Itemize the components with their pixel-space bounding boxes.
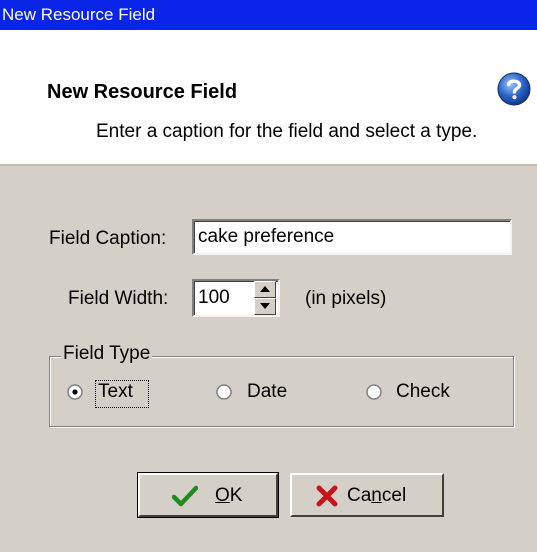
radio-date[interactable] [216, 384, 232, 400]
radio-text-label[interactable]: Text [98, 381, 133, 403]
field-caption-label: Field Caption: [49, 228, 167, 249]
arrow-down-icon [260, 303, 270, 309]
radio-check-label[interactable]: Check [396, 381, 450, 403]
radio-check[interactable] [366, 384, 382, 400]
field-width-unit: (in pixels) [305, 288, 387, 309]
window-title: New Resource Field [2, 5, 156, 24]
radio-text[interactable] [67, 384, 83, 400]
cancel-label: Cancel [347, 485, 407, 506]
dialog-window: New Resource Field New Resource Field En… [0, 0, 537, 552]
header-subtitle: Enter a caption for the field and select… [96, 121, 478, 142]
field-width-spinner [254, 281, 276, 315]
spin-down-button[interactable] [254, 298, 276, 315]
field-caption-input[interactable] [192, 219, 512, 255]
dialog-header: New Resource Field Enter a caption for t… [0, 30, 537, 166]
ok-label: OK [215, 485, 243, 506]
header-title: New Resource Field [47, 81, 238, 103]
cancel-x-icon [316, 485, 338, 507]
field-type-legend: Field Type [61, 343, 153, 365]
help-question-icon[interactable] [496, 71, 532, 107]
arrow-up-icon [260, 286, 270, 292]
checkmark-icon [172, 485, 198, 507]
title-bar[interactable]: New Resource Field [0, 0, 537, 30]
ok-button[interactable]: OK [137, 472, 279, 518]
cancel-button[interactable]: Cancel [290, 473, 444, 517]
field-width-label: Field Width: [68, 288, 169, 309]
spin-up-button[interactable] [254, 281, 276, 298]
radio-date-label[interactable]: Date [247, 381, 287, 403]
